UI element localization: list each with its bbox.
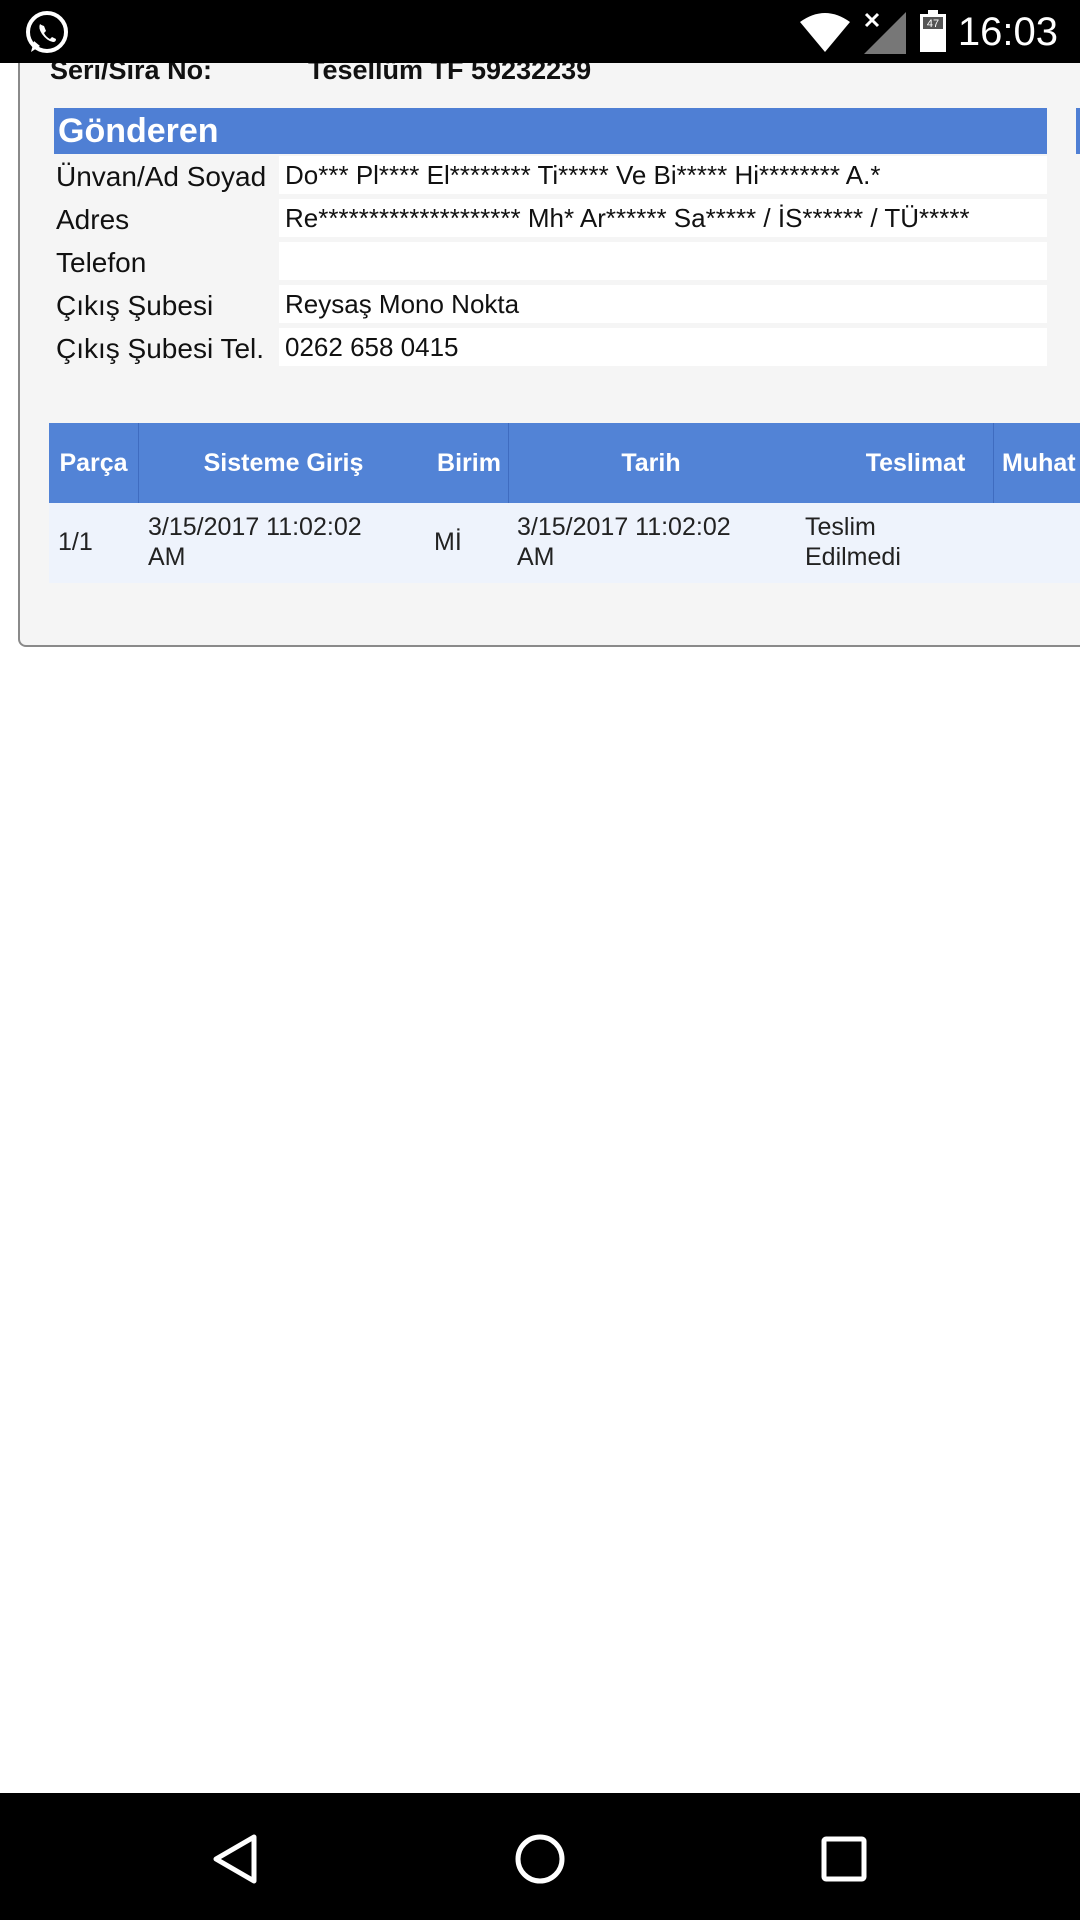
table-row[interactable]: 1/1 3/15/2017 11:02:02 AM Mİ 3/15/2017 1… [49,503,1080,583]
cell-sisteme-giris: 3/15/2017 11:02:02 AM [148,512,362,572]
cell-line: AM [517,543,555,571]
cell-line: 3/15/2017 11:02:02 [148,513,362,541]
back-icon[interactable] [206,1829,266,1889]
info-value: Re******************** Mh* Ar****** Sa**… [279,199,1047,237]
sender-info-table: Ünvan/Ad Soyad Do*** Pl**** El******** T… [54,156,1047,371]
col-header-parca[interactable]: Parça [49,423,138,503]
sender-section-header: Gönderen [54,108,1047,154]
info-label: Çıkış Şubesi Tel. [56,333,265,364]
whatsapp-icon [26,11,68,53]
col-separator [993,423,994,503]
col-header-birim[interactable]: Birim [419,423,519,503]
info-value: Reysaş Mono Nokta [279,285,1047,323]
info-row-phone: Telefon [54,242,1047,285]
info-label: Çıkış Şubesi [56,290,214,321]
col-header-sisteme-giris[interactable]: Sisteme Giriş [139,423,428,503]
status-bar: 47 16:03 [0,0,1080,63]
recents-icon[interactable] [814,1829,874,1889]
cell-teslimat: Teslim Edilmedi [805,512,901,572]
navigation-bar [0,1793,1080,1920]
info-row-name: Ünvan/Ad Soyad Do*** Pl**** El******** T… [54,156,1047,199]
col-header-tarih[interactable]: Tarih [509,423,793,503]
info-row-address: Adres Re******************** Mh* Ar*****… [54,199,1047,242]
home-icon[interactable] [510,1829,570,1889]
serial-label: Seri/Sıra No: [50,63,213,85]
info-row-branch: Çıkış Şubesi Reysaş Mono Nokta [54,285,1047,328]
clock: 16:03 [957,10,1058,54]
wifi-icon [800,13,850,52]
cell-line: Teslim [805,513,876,541]
grid-header-row: Parça Sisteme Giriş Birim Tarih Teslimat… [49,423,1080,503]
info-value [279,242,1047,280]
cell-parca: 1/1 [58,528,93,556]
signal-icon [864,12,906,54]
info-label: Ünvan/Ad Soyad [56,161,267,192]
cell-line: 3/15/2017 11:02:02 [517,513,731,541]
info-label: Adres [56,204,130,235]
info-label: Telefon [56,247,147,278]
next-section-edge [1076,108,1080,154]
cell-tarih: 3/15/2017 11:02:02 AM [517,512,731,572]
info-value: Do*** Pl**** El******** Ti***** Ve Bi***… [279,156,1047,194]
cell-birim: Mİ [434,528,462,556]
battery-level: 47 [927,18,939,30]
battery-icon: 47 [920,10,946,52]
serial-value: Tesellüm TF 59232239 [308,63,592,85]
tracking-grid: Parça Sisteme Giriş Birim Tarih Teslimat… [49,423,1080,583]
info-value: 0262 658 0415 [279,328,1047,366]
web-content[interactable]: Seri/Sıra No: Tesellüm TF 59232239 Gönde… [0,63,1080,1793]
col-header-muhat[interactable]: Muhat [1002,423,1080,503]
cell-line: Edilmedi [805,543,901,571]
serial-row: Seri/Sıra No: Tesellüm TF 59232239 [50,63,591,86]
info-row-branch-phone: Çıkış Şubesi Tel. 0262 658 0415 [54,328,1047,371]
cell-line: AM [148,543,186,571]
